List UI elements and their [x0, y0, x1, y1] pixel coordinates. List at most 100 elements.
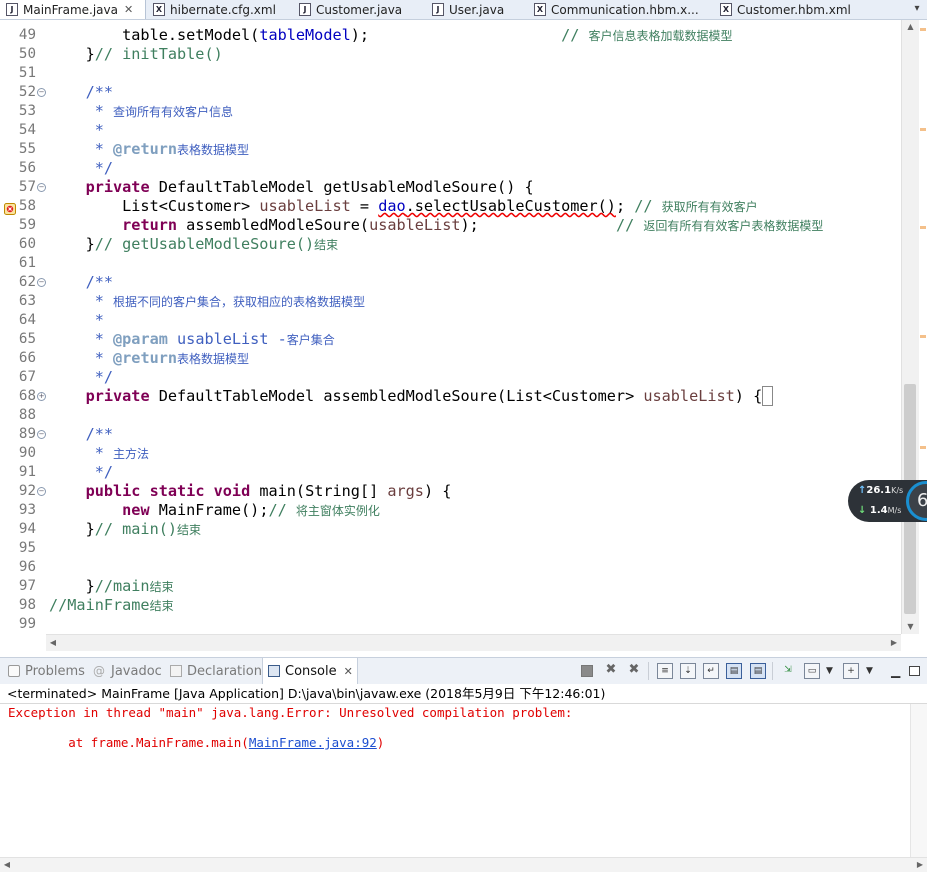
console-vertical-scrollbar[interactable] [910, 704, 927, 857]
code-line[interactable]: 65 * @param usableList -客户集合 [0, 330, 900, 349]
code-text[interactable]: * 根据不同的客户集合，获取相应的表格数据模型 [49, 292, 365, 312]
scroll-right-icon[interactable]: ▶ [913, 858, 927, 872]
code-line[interactable]: 98 //MainFrame结束 [0, 596, 900, 615]
code-line[interactable]: 54 * [0, 121, 900, 140]
code-line[interactable]: 55 * @return表格数据模型 [0, 140, 900, 159]
tab-list-menu-icon[interactable]: ▾ [910, 1, 924, 17]
close-icon[interactable]: ✕ [124, 3, 133, 16]
code-line[interactable]: 91 */ [0, 463, 900, 482]
tab-user-java[interactable]: J User.java [426, 0, 504, 19]
overview-marker[interactable] [920, 335, 926, 338]
code-line[interactable]: 62− /** [0, 273, 900, 292]
code-text[interactable]: //MainFrame结束 [49, 596, 174, 616]
overview-marker[interactable] [920, 446, 926, 449]
code-line[interactable]: 93 new MainFrame();// 将主窗体实例化 [0, 501, 900, 520]
code-text[interactable]: private DefaultTableModel assembledModle… [49, 386, 774, 406]
code-text[interactable]: */ [49, 463, 113, 482]
code-line[interactable]: 61 [0, 254, 900, 273]
code-line[interactable]: 92− public static void main(String[] arg… [0, 482, 900, 501]
fold-collapse-icon[interactable]: − [37, 430, 46, 439]
code-line[interactable]: 96 [0, 558, 900, 577]
code-line[interactable]: 95 [0, 539, 900, 558]
tab-hibernate-cfg-xml[interactable]: X hibernate.cfg.xml [147, 0, 276, 19]
code-line[interactable]: 99 [0, 615, 900, 634]
code-line[interactable]: 49 table.setModel(tableModel); // 客户信息表格… [0, 26, 900, 45]
code-line[interactable]: 89− /** [0, 425, 900, 444]
code-line[interactable]: 57− private DefaultTableModel getUsableM… [0, 178, 900, 197]
code-text[interactable]: /** [49, 273, 113, 292]
code-text[interactable]: * @return表格数据模型 [49, 140, 249, 160]
code-text[interactable]: * [49, 121, 104, 140]
code-line[interactable]: 52− /** [0, 83, 900, 102]
scroll-down-icon[interactable]: ▼ [902, 620, 919, 634]
scroll-up-icon[interactable]: ▲ [902, 20, 919, 34]
fold-collapse-icon[interactable]: − [37, 183, 46, 192]
overview-marker[interactable] [920, 226, 926, 229]
scroll-right-icon[interactable]: ▶ [887, 635, 901, 651]
code-text[interactable]: /** [49, 83, 113, 102]
code-line[interactable]: 97 }//main结束 [0, 577, 900, 596]
code-text[interactable]: }// main()结束 [49, 520, 201, 540]
code-line[interactable]: 94 }// main()结束 [0, 520, 900, 539]
tab-customer-hbm-xml[interactable]: X Customer.hbm.xml [714, 0, 851, 19]
overview-marker[interactable] [920, 28, 926, 31]
code-text[interactable]: /** [49, 425, 113, 444]
minimize-icon[interactable]: ▁ [891, 663, 900, 679]
editor-vertical-scrollbar[interactable]: ▲ ▼ [901, 20, 919, 634]
code-text[interactable]: }// getUsableModleSoure()结束 [49, 235, 339, 255]
code-editor[interactable]: 49 table.setModel(tableModel); // 客户信息表格… [0, 20, 927, 651]
code-line[interactable]: 60 }// getUsableModleSoure()结束 [0, 235, 900, 254]
tab-javadoc[interactable]: @ Javadoc [93, 658, 162, 684]
code-line[interactable]: 59 return assembledModleSoure(usableList… [0, 216, 900, 235]
code-line[interactable]: 63 * 根据不同的客户集合，获取相应的表格数据模型 [0, 292, 900, 311]
scroll-lock-icon[interactable]: ⇣ [680, 663, 696, 679]
scroll-left-icon[interactable]: ◀ [0, 858, 14, 872]
code-text[interactable]: * 主方法 [49, 444, 149, 464]
tab-declaration[interactable]: Declaration [170, 658, 262, 684]
clear-console-icon[interactable]: ≡ [657, 663, 673, 679]
code-text[interactable]: table.setModel(tableModel); // 客户信息表格加载数… [49, 26, 732, 46]
code-line[interactable]: 56 */ [0, 159, 900, 178]
code-line[interactable]: 51 [0, 64, 900, 83]
console-view[interactable]: <terminated> MainFrame [Java Application… [0, 684, 927, 872]
code-line[interactable]: 64 * [0, 311, 900, 330]
show-on-stderr-icon[interactable]: ▤ [750, 663, 766, 679]
fold-collapse-icon[interactable]: − [37, 88, 46, 97]
code-text[interactable]: * 查询所有有效客户信息 [49, 102, 233, 122]
code-line[interactable]: 66 * @return表格数据模型 [0, 349, 900, 368]
fold-collapse-icon[interactable]: − [37, 278, 46, 287]
console-horizontal-scrollbar[interactable]: ◀ ▶ [0, 857, 927, 872]
tab-communication-hbm-xml[interactable]: X Communication.hbm.x... [528, 0, 699, 19]
code-line[interactable]: 90 * 主方法 [0, 444, 900, 463]
chevron-down-icon[interactable]: ▼ [866, 663, 873, 679]
maximize-icon[interactable] [909, 666, 920, 676]
code-text[interactable]: new MainFrame();// 将主窗体实例化 [49, 501, 380, 521]
code-line[interactable]: 88 [0, 406, 900, 425]
code-text[interactable]: * [49, 311, 104, 330]
fold-expand-icon[interactable]: + [37, 392, 46, 401]
close-icon[interactable]: ✕ [344, 665, 353, 678]
open-console-icon[interactable]: + [843, 663, 859, 679]
tab-mainframe-java[interactable]: J MainFrame.java ✕ [0, 0, 146, 19]
tab-customer-java[interactable]: J Customer.java [293, 0, 402, 19]
code-text[interactable]: public static void main(String[] args) { [49, 482, 452, 501]
tab-problems[interactable]: Problems [8, 658, 85, 684]
word-wrap-icon[interactable]: ↵ [703, 663, 719, 679]
code-text[interactable]: * @return表格数据模型 [49, 349, 249, 369]
remove-all-terminated-icon[interactable]: ✖ [626, 663, 642, 679]
code-text[interactable]: List<Customer> usableList = dao.selectUs… [49, 197, 758, 217]
code-line[interactable]: 68 + private DefaultTableModel assembledM… [0, 386, 900, 406]
show-on-stdout-icon[interactable]: ▤ [726, 663, 742, 679]
code-line[interactable]: 58 List<Customer> usableList = dao.selec… [0, 197, 900, 216]
code-text[interactable]: * @param usableList -客户集合 [49, 330, 335, 350]
network-speed-widget[interactable]: ↑26.1K/s ↓ 1.4M/s 6 [848, 480, 927, 522]
fold-collapse-icon[interactable]: − [37, 487, 46, 496]
remove-launch-icon[interactable]: ✖ [603, 663, 619, 679]
editor-horizontal-scrollbar[interactable]: ◀ ▶ [46, 634, 901, 651]
terminate-icon[interactable] [581, 665, 593, 677]
overview-marker[interactable] [920, 128, 926, 131]
code-line[interactable]: 53 * 查询所有有效客户信息 [0, 102, 900, 121]
code-line[interactable]: 67 */ [0, 368, 900, 387]
code-text[interactable]: private DefaultTableModel getUsableModle… [49, 178, 534, 197]
pin-console-icon[interactable]: ⇲ [780, 663, 796, 679]
